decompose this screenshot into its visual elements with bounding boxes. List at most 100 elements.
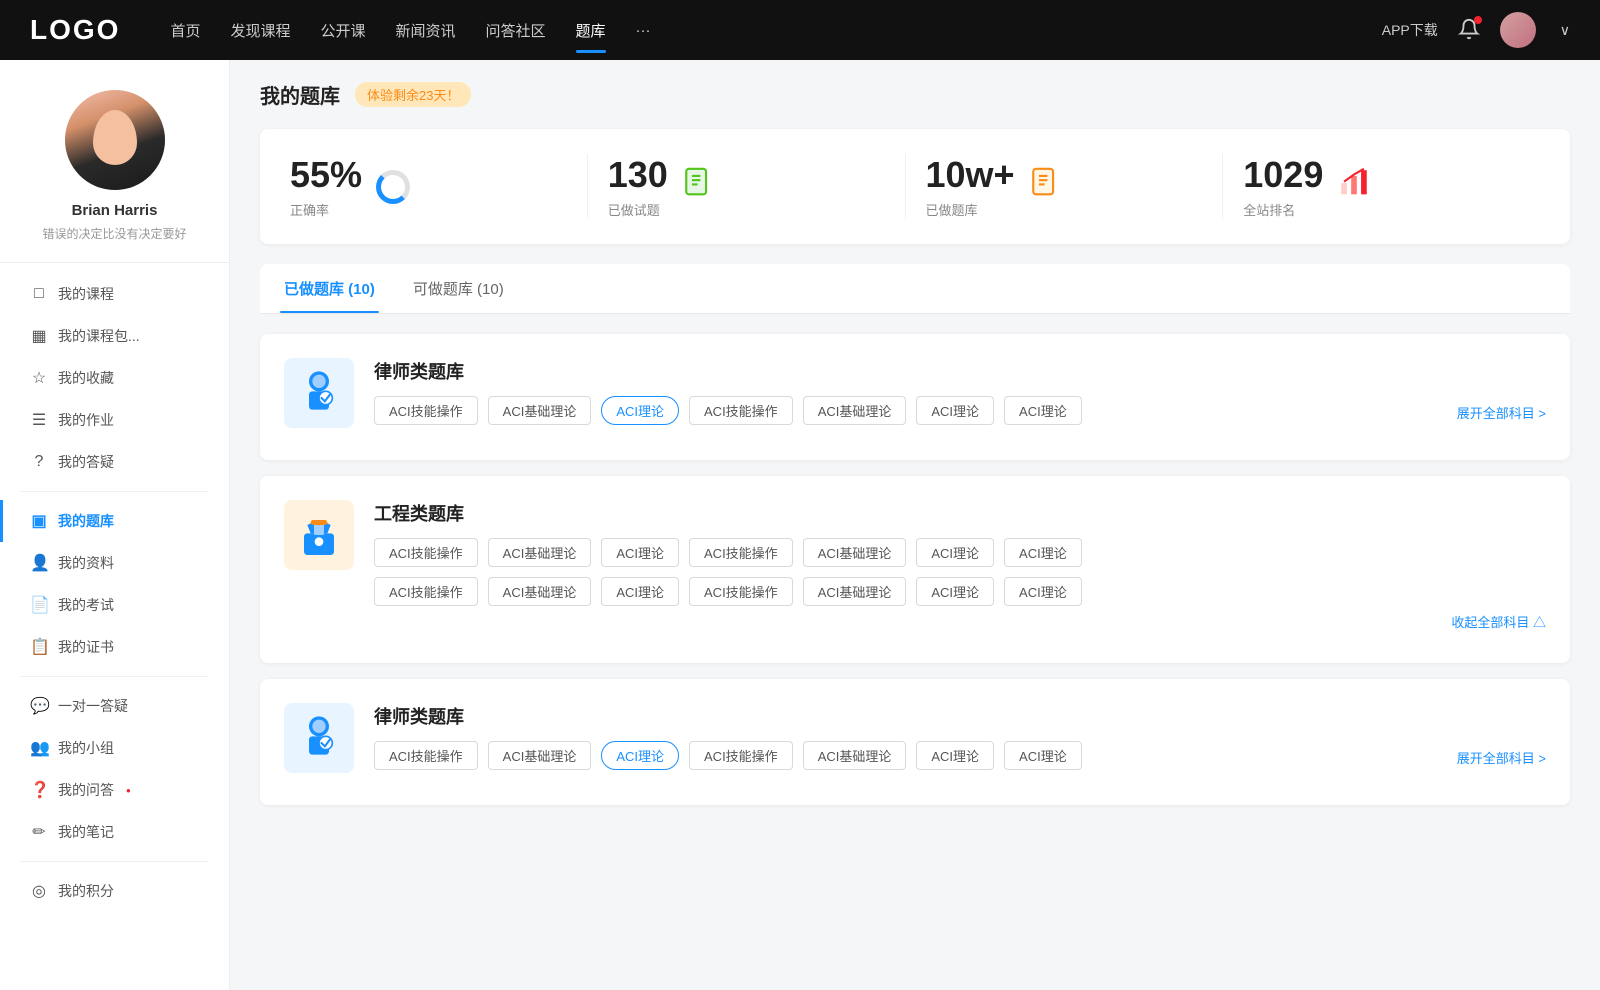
tag[interactable]: ACI理论 bbox=[601, 577, 679, 606]
stat-rank: 1029 全站排名 bbox=[1223, 154, 1540, 219]
stat-done-questions: 130 已做试题 bbox=[588, 154, 906, 219]
tag[interactable]: ACI技能操作 bbox=[374, 577, 478, 606]
tag[interactable]: ACI理论 bbox=[916, 538, 994, 567]
tag[interactable]: ACI理论 bbox=[601, 538, 679, 567]
qbank-name-2: 工程类题库 bbox=[374, 500, 1546, 526]
tags-row-3: ACI技能操作 ACI基础理论 ACI理论 ACI技能操作 ACI基础理论 AC… bbox=[374, 741, 1546, 770]
nav-news[interactable]: 新闻资讯 bbox=[396, 16, 456, 45]
tag-selected[interactable]: ACI理论 bbox=[601, 741, 679, 770]
sidebar-item-exams[interactable]: 📄 我的考试 bbox=[0, 584, 229, 626]
qbank-card-1: 律师类题库 ACI技能操作 ACI基础理论 ACI理论 ACI技能操作 ACI基… bbox=[260, 334, 1570, 460]
sidebar-item-label: 我的资料 bbox=[58, 553, 114, 573]
stat-number: 10w+ bbox=[926, 154, 1015, 196]
expand-link-3[interactable]: 展开全部科目 > bbox=[1457, 744, 1546, 767]
nav-menu: 首页 发现课程 公开课 新闻资讯 问答社区 题库 ··· bbox=[170, 16, 1381, 45]
sidebar-item-notes[interactable]: ✏ 我的笔记 bbox=[0, 811, 229, 853]
sidebar-item-homework[interactable]: ☰ 我的作业 bbox=[0, 399, 229, 441]
sidebar-item-profile[interactable]: 👤 我的资料 bbox=[0, 542, 229, 584]
stat-number: 1029 bbox=[1243, 154, 1323, 196]
sidebar-item-courses[interactable]: □ 我的课程 bbox=[0, 273, 229, 315]
sidebar-item-favorites[interactable]: ☆ 我的收藏 bbox=[0, 357, 229, 399]
stat-accuracy-content: 55% 正确率 bbox=[290, 154, 362, 219]
stat-number: 55% bbox=[290, 154, 362, 196]
page-title: 我的题库 bbox=[260, 80, 340, 109]
sidebar-divider-3 bbox=[20, 861, 209, 862]
tag[interactable]: ACI理论 bbox=[916, 577, 994, 606]
sidebar-item-myqa[interactable]: ❓ 我的问答 ● bbox=[0, 769, 229, 811]
sidebar-item-qbank[interactable]: ▣ 我的题库 bbox=[0, 500, 229, 542]
nav-opencourse[interactable]: 公开课 bbox=[320, 16, 365, 45]
sidebar-item-label: 我的答疑 bbox=[58, 452, 114, 472]
nav-discover[interactable]: 发现课程 bbox=[230, 16, 290, 45]
sidebar-item-label: 我的小组 bbox=[58, 738, 114, 758]
profile-motto: 错误的决定比没有决定要好 bbox=[20, 225, 209, 242]
courses-icon: □ bbox=[30, 285, 48, 303]
tag[interactable]: ACI理论 bbox=[1004, 577, 1082, 606]
notification-bell[interactable] bbox=[1458, 18, 1480, 43]
tag-selected[interactable]: ACI理论 bbox=[601, 396, 679, 425]
tags-row-1: ACI技能操作 ACI基础理论 ACI理论 ACI技能操作 ACI基础理论 AC… bbox=[374, 396, 1546, 425]
tags-row-2b: ACI技能操作 ACI基础理论 ACI理论 ACI技能操作 ACI基础理论 AC… bbox=[374, 577, 1546, 606]
tag[interactable]: ACI理论 bbox=[1004, 538, 1082, 567]
qbank-card-3: 律师类题库 ACI技能操作 ACI基础理论 ACI理论 ACI技能操作 ACI基… bbox=[260, 679, 1570, 805]
profile-icon: 👤 bbox=[30, 553, 48, 573]
trial-badge: 体验剩余23天！ bbox=[355, 82, 471, 107]
tag[interactable]: ACI技能操作 bbox=[374, 741, 478, 770]
nav-more[interactable]: ··· bbox=[636, 18, 651, 43]
qbank-icon-lawyer-1 bbox=[284, 358, 354, 428]
tag[interactable]: ACI基础理论 bbox=[803, 577, 907, 606]
qbank-icon-lawyer-3 bbox=[284, 703, 354, 773]
favorites-icon: ☆ bbox=[30, 368, 48, 388]
tag[interactable]: ACI理论 bbox=[916, 741, 994, 770]
notes-icon: ✏ bbox=[30, 822, 48, 842]
tab-done[interactable]: 已做题库 (10) bbox=[280, 264, 379, 313]
sidebar-item-label: 我的题库 bbox=[58, 511, 114, 531]
tag[interactable]: ACI理论 bbox=[1004, 396, 1082, 425]
doc-icon-green bbox=[682, 166, 716, 207]
stat-done-banks: 10w+ 已做题库 bbox=[906, 154, 1224, 219]
tag[interactable]: ACI基础理论 bbox=[803, 741, 907, 770]
sidebar-item-groups[interactable]: 👥 我的小组 bbox=[0, 727, 229, 769]
tag[interactable]: ACI基础理论 bbox=[488, 577, 592, 606]
tag[interactable]: ACI技能操作 bbox=[374, 538, 478, 567]
nav-qbank[interactable]: 题库 bbox=[576, 16, 606, 45]
tag[interactable]: ACI技能操作 bbox=[689, 741, 793, 770]
user-menu-chevron[interactable]: ∨ bbox=[1560, 22, 1570, 39]
sidebar-item-cert[interactable]: 📋 我的证书 bbox=[0, 626, 229, 668]
tag[interactable]: ACI基础理论 bbox=[488, 538, 592, 567]
sidebar-item-tutor[interactable]: 💬 一对一答疑 bbox=[0, 685, 229, 727]
tag[interactable]: ACI基础理论 bbox=[803, 396, 907, 425]
tag[interactable]: ACI基础理论 bbox=[488, 741, 592, 770]
qbank-card-2: 工程类题库 ACI技能操作 ACI基础理论 ACI理论 ACI技能操作 ACI基… bbox=[260, 476, 1570, 663]
qbank-icon-engineer bbox=[284, 500, 354, 570]
engineer-icon bbox=[294, 510, 344, 560]
user-avatar[interactable] bbox=[1500, 12, 1536, 48]
app-download-link[interactable]: APP下载 bbox=[1382, 20, 1438, 40]
collapse-link-2[interactable]: 收起全部科目 △ bbox=[374, 612, 1546, 631]
sidebar-item-points[interactable]: ◎ 我的积分 bbox=[0, 870, 229, 912]
nav-home[interactable]: 首页 bbox=[170, 16, 200, 45]
stat-label: 正确率 bbox=[290, 200, 362, 219]
stat-rank-content: 1029 全站排名 bbox=[1243, 154, 1323, 219]
tag[interactable]: ACI技能操作 bbox=[689, 577, 793, 606]
nav-qa[interactable]: 问答社区 bbox=[486, 16, 546, 45]
tag[interactable]: ACI基础理论 bbox=[803, 538, 907, 567]
tag[interactable]: ACI基础理论 bbox=[488, 396, 592, 425]
tag[interactable]: ACI理论 bbox=[916, 396, 994, 425]
tab-available[interactable]: 可做题库 (10) bbox=[409, 264, 508, 313]
profile-avatar bbox=[65, 90, 165, 190]
notification-dot bbox=[1474, 16, 1482, 24]
tag[interactable]: ACI技能操作 bbox=[689, 538, 793, 567]
stat-number: 130 bbox=[608, 154, 668, 196]
qbank-name-3: 律师类题库 bbox=[374, 703, 1546, 729]
sidebar-item-questions[interactable]: ? 我的答疑 bbox=[0, 441, 229, 483]
sidebar-item-label: 我的笔记 bbox=[58, 822, 114, 842]
navbar-right: APP下载 ∨ bbox=[1382, 12, 1570, 48]
expand-link-1[interactable]: 展开全部科目 > bbox=[1457, 399, 1546, 422]
sidebar-item-label: 我的作业 bbox=[58, 410, 114, 430]
sidebar-item-course-pkg[interactable]: ▦ 我的课程包... bbox=[0, 315, 229, 357]
tag[interactable]: ACI理论 bbox=[1004, 741, 1082, 770]
avatar-image bbox=[1500, 12, 1536, 48]
tag[interactable]: ACI技能操作 bbox=[374, 396, 478, 425]
tag[interactable]: ACI技能操作 bbox=[689, 396, 793, 425]
